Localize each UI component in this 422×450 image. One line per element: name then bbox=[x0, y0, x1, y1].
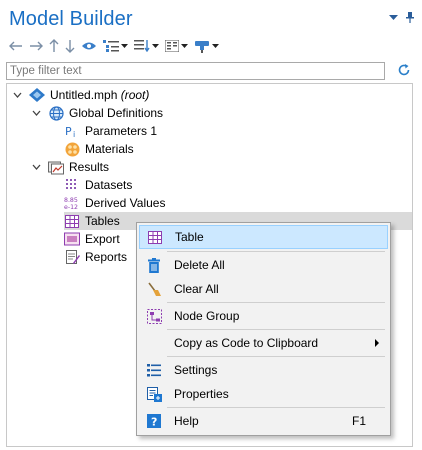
tree-item-derived-values[interactable]: 8.85 e-12 Derived Values bbox=[64, 194, 165, 212]
menu-label: Copy as Code to Clipboard bbox=[174, 336, 319, 350]
menu-separator bbox=[167, 329, 385, 330]
help-icon: ? bbox=[146, 413, 162, 429]
menu-label: Delete All bbox=[174, 258, 225, 272]
menu-item-settings[interactable]: Settings bbox=[139, 358, 388, 382]
export-icon bbox=[64, 231, 80, 247]
derived-icon-bottom-text: e-12 bbox=[64, 204, 78, 211]
reports-icon bbox=[64, 249, 80, 265]
sort-list-icon[interactable] bbox=[134, 37, 159, 55]
tree-label: Materials bbox=[85, 142, 134, 156]
node-group-icon bbox=[146, 308, 162, 324]
tree-label: Results bbox=[69, 160, 110, 174]
globe-icon bbox=[48, 105, 64, 121]
menu-label: Properties bbox=[174, 387, 229, 401]
toolbar bbox=[9, 37, 225, 55]
filter-input[interactable]: Type filter text bbox=[6, 62, 385, 80]
model-builder-panel: Model Builder Type filter text Untitled.… bbox=[0, 0, 422, 450]
menu-item-clear-all[interactable]: Clear All bbox=[139, 277, 388, 301]
menu-item-properties[interactable]: Properties bbox=[139, 382, 388, 406]
menu-label: Help bbox=[174, 414, 199, 428]
tree-item-reports[interactable]: Reports bbox=[64, 248, 127, 266]
comsol-root-icon bbox=[29, 87, 45, 103]
svg-text:i: i bbox=[73, 130, 75, 138]
menu-label: Table bbox=[175, 230, 204, 244]
menu-item-delete-all[interactable]: Delete All bbox=[139, 253, 388, 277]
properties-icon bbox=[146, 386, 162, 402]
broom-icon bbox=[146, 281, 162, 297]
submenu-arrow-icon bbox=[375, 339, 379, 347]
menu-item-table[interactable]: Table bbox=[139, 225, 388, 249]
tree-label: Untitled.mph (root) bbox=[50, 88, 150, 102]
derived-icon-top-text: 8.85 bbox=[64, 197, 78, 204]
tree-item-root[interactable]: Untitled.mph (root) bbox=[12, 86, 149, 104]
tree-label: Tables bbox=[85, 214, 120, 228]
menu-item-node-group[interactable]: Node Group bbox=[139, 304, 388, 328]
layout-columns-icon[interactable] bbox=[165, 37, 188, 55]
refresh-icon[interactable] bbox=[397, 63, 411, 80]
tree-item-export[interactable]: Export bbox=[64, 230, 120, 248]
tree-label: Global Definitions bbox=[69, 106, 164, 120]
collapse-chevron-icon[interactable] bbox=[31, 108, 41, 118]
move-down-icon[interactable] bbox=[65, 37, 75, 55]
back-arrow-icon[interactable] bbox=[9, 37, 23, 55]
expand-sections-icon[interactable] bbox=[103, 37, 128, 55]
derived-values-icon: 8.85 e-12 bbox=[64, 195, 80, 211]
context-menu: Table Delete All Clear All Node Group Co… bbox=[136, 222, 391, 436]
menu-separator bbox=[167, 356, 385, 357]
tree-label: Reports bbox=[85, 250, 128, 264]
view-menu-icon[interactable] bbox=[389, 14, 398, 21]
move-up-icon[interactable] bbox=[49, 37, 59, 55]
tree-label: Parameters 1 bbox=[85, 124, 158, 138]
table-icon bbox=[64, 213, 80, 229]
collapse-chevron-icon[interactable] bbox=[31, 162, 41, 172]
plug-icon[interactable] bbox=[194, 37, 219, 55]
settings-list-icon bbox=[146, 362, 162, 378]
tree-item-datasets[interactable]: Datasets bbox=[64, 176, 132, 194]
table-icon bbox=[147, 229, 163, 245]
materials-icon bbox=[64, 141, 80, 157]
panel-title: Model Builder bbox=[9, 8, 133, 30]
tree-label: Export bbox=[85, 232, 120, 246]
menu-separator bbox=[167, 302, 385, 303]
menu-shortcut: F1 bbox=[351, 414, 366, 428]
tree-item-materials[interactable]: Materials bbox=[64, 140, 134, 158]
menu-item-help[interactable]: ? Help F1 bbox=[139, 409, 388, 433]
svg-text:P: P bbox=[65, 125, 72, 138]
datasets-icon bbox=[64, 177, 80, 193]
collapse-chevron-icon[interactable] bbox=[12, 90, 22, 100]
pin-icon[interactable] bbox=[406, 12, 414, 23]
menu-separator bbox=[167, 407, 385, 408]
tree-item-global-definitions[interactable]: Global Definitions bbox=[31, 104, 163, 122]
title-controls bbox=[389, 12, 414, 23]
results-icon bbox=[48, 159, 64, 175]
tree-label: Derived Values bbox=[85, 196, 166, 210]
parameters-icon: Pi bbox=[64, 123, 80, 139]
menu-label: Settings bbox=[174, 363, 218, 377]
menu-label: Node Group bbox=[174, 309, 240, 323]
trash-icon bbox=[146, 257, 162, 273]
menu-item-copy-as-code[interactable]: Copy as Code to Clipboard bbox=[139, 331, 388, 355]
forward-arrow-icon[interactable] bbox=[29, 37, 43, 55]
menu-label: Clear All bbox=[174, 282, 219, 296]
svg-text:?: ? bbox=[151, 416, 157, 429]
menu-separator bbox=[167, 251, 385, 252]
tree-item-parameters[interactable]: Pi Parameters 1 bbox=[64, 122, 157, 140]
show-eye-icon[interactable] bbox=[81, 37, 97, 55]
tree-label: Datasets bbox=[85, 178, 133, 192]
tree-item-results[interactable]: Results bbox=[31, 158, 109, 176]
